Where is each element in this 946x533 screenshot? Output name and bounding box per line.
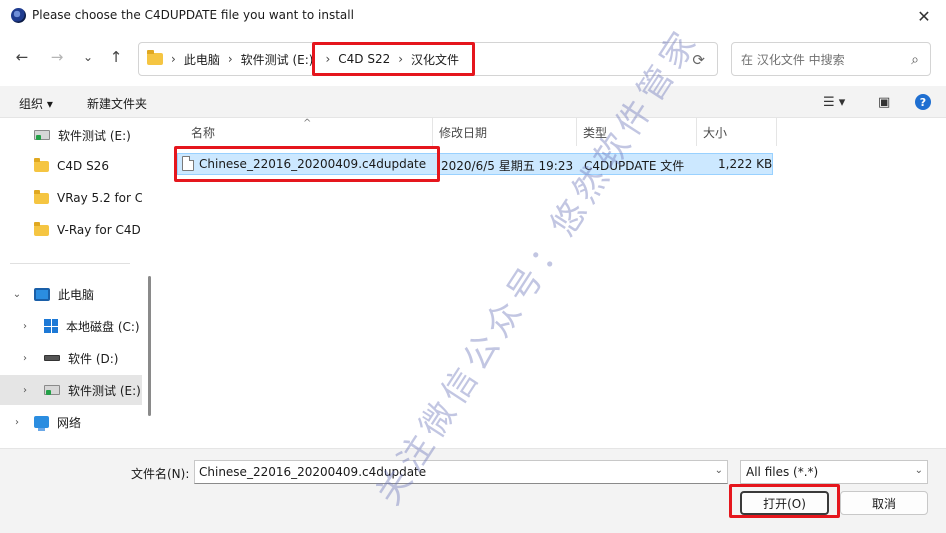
breadcrumb-separator: ›	[325, 52, 331, 66]
chevron-right-icon[interactable]: ›	[12, 417, 22, 428]
sidebar-item-network[interactable]: › 网络	[0, 407, 142, 437]
sidebar-divider	[10, 263, 130, 264]
back-button[interactable]: ←	[11, 46, 33, 68]
sidebar-item-drive-e[interactable]: › 软件测试 (E:)	[0, 375, 142, 405]
column-header-name[interactable]: 名称	[191, 118, 215, 146]
chevron-down-icon[interactable]: ⌄	[715, 465, 723, 476]
open-button[interactable]: 打开(O)	[740, 491, 829, 515]
forward-button[interactable]: →	[46, 46, 68, 68]
dialog-footer: 文件名(N): Chinese_22016_20200409.c4dupdate…	[0, 448, 946, 533]
column-separator[interactable]	[576, 118, 577, 146]
breadcrumb-separator: ›	[227, 52, 233, 66]
breadcrumb-chinese-files[interactable]: 汉化文件	[411, 51, 459, 68]
sidebar-item-label: 网络	[57, 415, 82, 430]
navigation-pane: 软件测试 (E:) C4D S26 VRay 5.2 for C4D V-Ray…	[0, 118, 156, 448]
sidebar-item-label: C4D S26	[57, 159, 109, 173]
preview-pane-icon[interactable]: ▣	[878, 95, 890, 110]
file-type: C4DUPDATE 文件	[584, 159, 685, 173]
column-separator[interactable]	[696, 118, 697, 146]
navigation-bar: ← → ⌄ ↑ › 此电脑 › 软件测试 (E:) › C4D S22 › 汉化…	[0, 32, 946, 86]
breadcrumb-separator: ›	[398, 52, 404, 66]
column-header-size[interactable]: 大小	[703, 118, 727, 146]
file-modified: 2020/6/5 星期五 19:23	[441, 159, 574, 173]
sidebar-item-label: V-Ray for C4D	[57, 223, 141, 237]
new-folder-button[interactable]: 新建文件夹	[87, 95, 147, 112]
chevron-down-icon: ⌄	[914, 465, 923, 476]
file-list: ^ 名称 修改日期 类型 大小 Chinese_22016_20200409.c…	[160, 118, 946, 448]
pc-icon	[34, 287, 50, 301]
folder-icon	[34, 221, 49, 236]
sidebar-item-label: 软件测试 (E:)	[58, 128, 131, 143]
sidebar-item-c4d-s26[interactable]: C4D S26	[0, 151, 142, 181]
sidebar-item-label: 本地磁盘 (C:)	[66, 319, 140, 334]
folder-icon	[34, 157, 49, 172]
drive-icon	[34, 130, 50, 140]
windows-drive-icon	[44, 319, 58, 333]
drive-icon	[44, 385, 60, 395]
sidebar-item-vray-52[interactable]: VRay 5.2 for C4D	[0, 183, 142, 213]
chevron-right-icon[interactable]: ›	[20, 353, 30, 364]
folder-icon	[147, 50, 163, 65]
sidebar-item-drive-c[interactable]: › 本地磁盘 (C:)	[0, 311, 142, 341]
close-button[interactable]: ✕	[910, 4, 938, 28]
sidebar-item-drive-e-pinned[interactable]: 软件测试 (E:)	[0, 120, 142, 150]
window-title: Please choose the C4DUPDATE file you wan…	[32, 8, 354, 22]
file-icon	[182, 156, 194, 171]
sidebar-item-vray[interactable]: V-Ray for C4D	[0, 215, 142, 245]
folder-icon	[34, 189, 49, 204]
sidebar-scrollbar[interactable]	[148, 276, 151, 416]
cinema4d-app-icon	[11, 8, 26, 23]
breadcrumb-c4d-s22[interactable]: C4D S22	[338, 52, 390, 66]
breadcrumb-this-pc[interactable]: 此电脑	[184, 51, 220, 68]
search-placeholder: 在 汉化文件 中搜索	[741, 52, 845, 67]
breadcrumb-drive-e[interactable]: 软件测试 (E:)	[241, 51, 314, 68]
column-separator[interactable]	[432, 118, 433, 146]
sidebar-item-drive-d[interactable]: › 软件 (D:)	[0, 343, 142, 373]
view-options-icon[interactable]: ☰ ▾	[823, 95, 845, 110]
filename-value: Chinese_22016_20200409.c4dupdate	[199, 465, 427, 479]
search-icon: ⌕	[911, 52, 919, 68]
drive-icon	[44, 355, 60, 361]
sort-ascending-icon: ^	[303, 118, 312, 129]
chevron-right-icon[interactable]: ›	[20, 321, 30, 332]
file-type-value: All files (*.*)	[746, 465, 819, 479]
address-bar[interactable]: › 此电脑 › 软件测试 (E:) › C4D S22 › 汉化文件 ⟳	[138, 42, 718, 76]
command-toolbar: 组织 ▾ 新建文件夹 ☰ ▾ ▣ ?	[0, 86, 946, 118]
sidebar-item-label: 软件测试 (E:)	[68, 383, 141, 398]
network-icon	[34, 416, 49, 431]
refresh-icon[interactable]: ⟳	[692, 51, 705, 69]
file-name: Chinese_22016_20200409.c4dupdate	[199, 157, 427, 171]
up-button[interactable]: ↑	[105, 46, 127, 68]
cancel-button[interactable]: 取消	[840, 491, 928, 515]
sidebar-item-label: 此电脑	[58, 287, 95, 302]
sidebar-item-this-pc[interactable]: ⌄ 此电脑	[0, 279, 142, 309]
column-header-modified[interactable]: 修改日期	[439, 118, 487, 146]
title-bar: Please choose the C4DUPDATE file you wan…	[0, 0, 946, 32]
file-row[interactable]: Chinese_22016_20200409.c4dupdate 2020/6/…	[177, 153, 773, 175]
search-input[interactable]: 在 汉化文件 中搜索 ⌕	[731, 42, 931, 76]
sidebar-item-label: VRay 5.2 for C4D	[57, 191, 142, 205]
column-header-type[interactable]: 类型	[583, 118, 607, 146]
chevron-right-icon[interactable]: ›	[20, 385, 30, 396]
help-icon[interactable]: ?	[915, 94, 931, 110]
organize-menu-button[interactable]: 组织 ▾	[19, 95, 53, 112]
breadcrumb-separator: ›	[171, 52, 176, 66]
file-type-select[interactable]: All files (*.*) ⌄	[740, 460, 928, 484]
chevron-down-icon[interactable]: ⌄	[12, 289, 22, 300]
filename-input[interactable]: Chinese_22016_20200409.c4dupdate ⌄	[194, 460, 728, 484]
recent-locations-button[interactable]: ⌄	[77, 46, 99, 68]
filename-label: 文件名(N):	[131, 467, 190, 481]
column-separator[interactable]	[776, 118, 777, 146]
sidebar-item-label: 软件 (D:)	[68, 351, 119, 366]
file-size: 1,222 KB	[718, 157, 773, 171]
